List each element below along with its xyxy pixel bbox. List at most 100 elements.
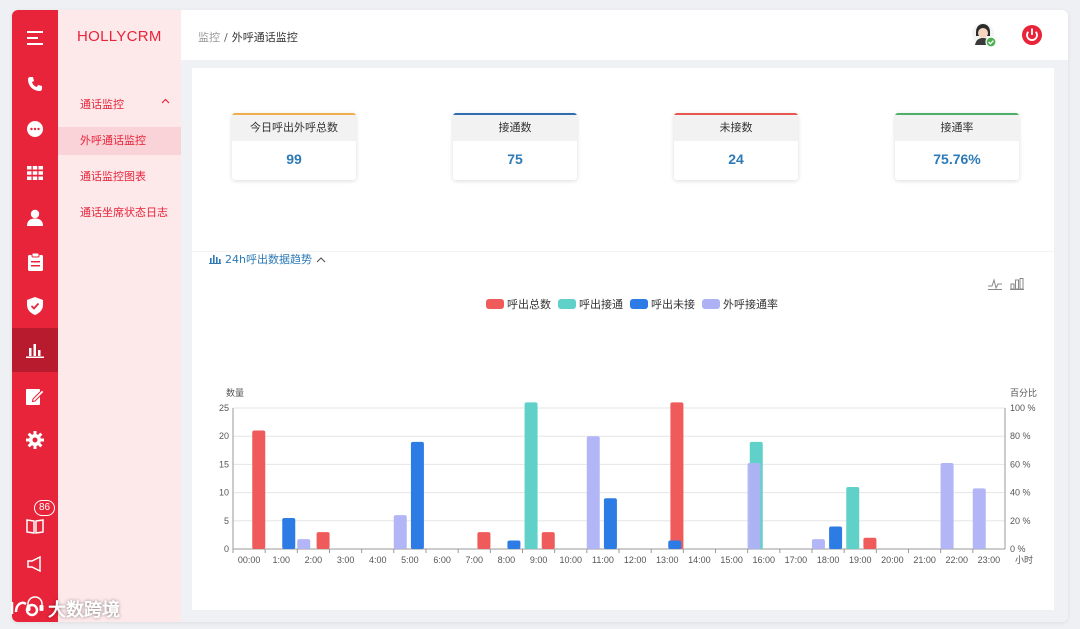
bar-4 — [972, 488, 986, 549]
stat-card-rate: 接通率 75.76% — [895, 113, 1019, 180]
bar-chart-icon[interactable] — [12, 328, 58, 372]
x-tick-label: 22:00 — [945, 555, 968, 565]
chevron-up-icon — [161, 96, 170, 107]
notification-badge[interactable]: 86 — [34, 500, 56, 516]
y2-tick-label: 0 % — [1010, 544, 1026, 554]
breadcrumb-item-monitor[interactable]: 监控 — [198, 31, 220, 44]
x-tick-label: 23:00 — [978, 555, 1001, 565]
main-area: 监控 / 外呼通话监控 今日呼出外呼总数 99 接通数 75 未接数 24 接通… — [181, 10, 1068, 622]
y-axis-title: 数量 — [226, 387, 244, 399]
y2-tick-label: 20 % — [1010, 516, 1031, 526]
y-tick-label: 20 — [219, 431, 229, 441]
shield-icon[interactable] — [12, 286, 58, 326]
x-tick-label: 13:00 — [656, 555, 679, 565]
watermark-text: 大数跨境 — [48, 600, 120, 621]
submenu-item-monitor-chart[interactable]: 通话监控图表 — [58, 163, 181, 191]
stat-label: 今日呼出外呼总数 — [232, 115, 356, 141]
user-icon[interactable] — [12, 197, 58, 237]
submenu-item-agent-status-log[interactable]: 通话坐席状态日志 — [58, 199, 181, 227]
legend-swatch — [630, 299, 648, 309]
x-tick-label: 14:00 — [688, 555, 711, 565]
avatar[interactable] — [971, 22, 997, 48]
stat-value: 99 — [286, 151, 302, 167]
x-tick-label: 18:00 — [817, 555, 840, 565]
phone-icon[interactable] — [12, 64, 58, 104]
x-tick-label: 20:00 — [881, 555, 904, 565]
chart-section-toggle[interactable]: 24h呼出数据趋势 — [209, 251, 326, 267]
y2-tick-label: 60 % — [1010, 459, 1031, 469]
stat-label: 接通率 — [895, 115, 1019, 141]
x-tick-label: 2:00 — [305, 555, 323, 565]
x-tick-label: 00:00 — [238, 555, 261, 565]
submenu-item-outbound-monitor[interactable]: 外呼通话监控 — [58, 127, 181, 155]
app-window: 86 HOLLYCRM 通话监控 外呼通话监控 通话监控图表 通话坐席状态日志 … — [12, 10, 1068, 622]
chat-icon[interactable] — [12, 109, 58, 149]
x-tick-label: 12:00 — [624, 555, 647, 565]
stat-card-connected: 接通数 75 — [453, 113, 577, 180]
x-tick-label: 9:00 — [530, 555, 548, 565]
chart-section-title: 24h呼出数据趋势 — [225, 253, 312, 266]
x-tick-label: 11:00 — [592, 555, 614, 565]
bar-3 — [829, 526, 843, 549]
breadcrumb-item-current: 外呼通话监控 — [231, 31, 298, 44]
bar-3 — [282, 517, 296, 549]
power-icon[interactable] — [1021, 24, 1043, 46]
x-tick-label: 1:00 — [272, 555, 290, 565]
bar-1 — [252, 430, 266, 549]
y-tick-label: 15 — [219, 459, 229, 469]
bar-3 — [668, 540, 682, 549]
bar-2 — [846, 486, 860, 549]
legend-label: 呼出接通 — [579, 297, 623, 311]
bar-4 — [586, 436, 600, 549]
grid-icon[interactable] — [12, 153, 58, 193]
x-tick-label: 19:00 — [849, 555, 872, 565]
bar-1 — [541, 532, 555, 549]
y2-tick-label: 100 % — [1010, 403, 1036, 413]
stat-value: 24 — [728, 151, 744, 167]
x-tick-label: 7:00 — [465, 555, 483, 565]
edit-doc-icon[interactable] — [12, 376, 58, 416]
icon-sidebar: 86 — [12, 10, 58, 622]
watermark-logo — [10, 601, 39, 617]
chevron-up-icon — [316, 256, 326, 262]
stat-value: 75.76% — [933, 151, 981, 167]
breadcrumb: 监控 / 外呼通话监控 — [198, 29, 298, 45]
megaphone-icon[interactable] — [12, 544, 58, 584]
submenu-group-label: 通话监控 — [80, 98, 124, 111]
x-tick-label: 21:00 — [913, 555, 936, 565]
bar-2 — [524, 402, 538, 549]
x-tick-label: 16:00 — [752, 555, 775, 565]
bar-4 — [747, 462, 761, 549]
bar-4 — [297, 539, 311, 549]
bar-3 — [507, 540, 521, 549]
bar-4 — [811, 539, 825, 549]
submenu-group-call-monitor[interactable]: 通话监控 — [80, 96, 170, 112]
stat-label: 接通数 — [453, 115, 577, 141]
bar-3 — [410, 441, 424, 549]
menu-icon[interactable] — [12, 18, 58, 58]
clipboard-icon[interactable] — [12, 242, 58, 282]
legend-swatch — [486, 299, 504, 309]
y2-axis-title: 百分比 — [1010, 387, 1037, 399]
bar-1 — [863, 537, 877, 549]
bar-chart-icon — [209, 255, 221, 264]
legend-swatch — [558, 299, 576, 309]
y2-tick-label: 40 % — [1010, 488, 1031, 498]
submenu-panel: HOLLYCRM 通话监控 外呼通话监控 通话监控图表 通话坐席状态日志 — [58, 10, 181, 622]
x-tick-label: 10:00 — [559, 555, 582, 565]
y2-tick-label: 80 % — [1010, 431, 1031, 441]
gear-icon[interactable] — [12, 420, 58, 460]
legend-swatch — [702, 299, 720, 309]
bar-1 — [316, 532, 330, 549]
top-bar: 监控 / 外呼通话监控 — [181, 10, 1068, 60]
breadcrumb-separator: / — [224, 31, 228, 44]
bar-3 — [603, 498, 617, 549]
stat-card-total: 今日呼出外呼总数 99 — [232, 113, 356, 180]
x-tick-label: 4:00 — [369, 555, 387, 565]
bar-1 — [670, 402, 684, 549]
y-tick-label: 25 — [219, 403, 229, 413]
book-icon[interactable]: 86 — [12, 500, 58, 546]
stat-value: 75 — [507, 151, 523, 167]
x-tick-label: 8:00 — [498, 555, 516, 565]
stat-label: 未接数 — [674, 115, 798, 141]
